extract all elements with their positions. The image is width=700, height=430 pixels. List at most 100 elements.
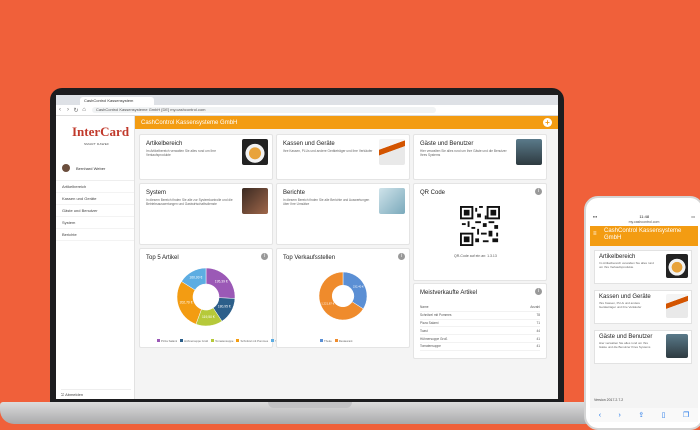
add-button[interactable]: + xyxy=(543,118,552,127)
card-title: Berichte xyxy=(283,190,306,196)
card-text: Im Artikelbereich verwalten Sie alles ru… xyxy=(599,261,654,269)
user-profile[interactable]: Bernhard Weber xyxy=(62,164,134,172)
legend-swatch xyxy=(320,339,323,342)
card-title: Artikelbereich xyxy=(146,141,183,147)
phone-card-kassen[interactable]: Kassen und Geräte Ihre Kassen, PLUs und … xyxy=(594,290,692,324)
forward-icon[interactable]: › xyxy=(619,412,621,419)
phone-screen: ▪▪▪ 11:48 ▭ my.cashcontrol.com ≡ CashCon… xyxy=(590,214,698,422)
logo-subtitle: SMART DAWEF xyxy=(84,142,110,146)
card-title: QR Code xyxy=(420,190,446,196)
slice-data-label: 202,70 € xyxy=(180,301,193,305)
table-row: Tomatensuppe 41 xyxy=(420,342,540,351)
legend-item: Hühnersuppe Groß xyxy=(177,339,208,343)
card-title: System xyxy=(146,190,167,196)
card-title: Gäste und Benutzer xyxy=(420,141,474,147)
card-berichte[interactable]: Berichte In diesem Bereich finden Sie al… xyxy=(276,183,410,245)
menu-icon[interactable]: ≡ xyxy=(593,231,599,237)
card-title: Gäste und Benutzer xyxy=(599,334,653,340)
phone-card-gaeste[interactable]: Gäste und Benutzer Hier verwalten Sie al… xyxy=(594,330,692,364)
legend-swatch xyxy=(157,339,160,342)
legend-swatch xyxy=(271,339,275,342)
sidebar-item-system[interactable]: System xyxy=(56,217,134,229)
table-row: Hühnersuppe Groß 41 xyxy=(420,334,540,343)
column-header: Name xyxy=(420,304,512,312)
info-icon[interactable]: i xyxy=(535,188,542,195)
cell-count: 44 xyxy=(511,326,540,336)
forward-icon[interactable]: › xyxy=(64,107,72,113)
cell-name: Schnitzel mit Pommes xyxy=(420,311,512,320)
bestsellers-card: Meistverkaufte Artikel i Name Anzahl Sch… xyxy=(413,283,547,359)
guest-photo-image xyxy=(516,139,542,165)
phone-frame: ▪▪▪ 11:48 ▭ my.cashcontrol.com ≡ CashCon… xyxy=(584,196,700,430)
logout-label: Abmelden xyxy=(65,392,84,397)
home-icon[interactable]: ⌂ xyxy=(80,107,88,113)
card-title: Kassen und Geräte xyxy=(283,141,335,147)
phone-card-artikelbereich[interactable]: Artikelbereich Im Artikelbereich verwalt… xyxy=(594,250,692,284)
browser-toolbar: ‹ › ↻ ⌂ CashControl Kassensysteme GmbH [… xyxy=(56,105,558,116)
phone-header: ≡ CashControl Kassensysteme GmbH xyxy=(590,226,698,246)
back-icon[interactable]: ‹ xyxy=(599,412,601,419)
cell-name: Pizza Salami xyxy=(420,319,512,328)
info-icon[interactable]: i xyxy=(535,288,542,295)
food-plate-image xyxy=(242,139,268,165)
qr-code-card: QR Code i QR-Code auf ein an: 1.3.13 xyxy=(413,183,547,281)
sidebar-item-kassen[interactable]: Kassen und Geräte xyxy=(56,193,134,205)
legend-item: Tomatensuppe xyxy=(208,339,233,343)
avatar xyxy=(62,164,70,172)
slice-data-label: 119,50 € xyxy=(202,315,215,319)
phone-header-title: CashControl Kassensysteme GmbH xyxy=(604,228,682,241)
legend-swatch xyxy=(211,339,215,342)
back-icon[interactable]: ‹ xyxy=(56,107,64,113)
qr-code-image[interactable] xyxy=(460,206,500,246)
top-sales-points-chart-card: Top Verkaufsstellen i 232,40 € 1.221,87 €… xyxy=(276,248,410,348)
legend-swatch xyxy=(180,339,184,342)
table-row: Schnitzel mit Pommes 78 xyxy=(420,311,540,320)
card-artikelbereich[interactable]: Artikelbereich Im Artikelbereich verwalt… xyxy=(139,134,273,180)
cell-count: 41 xyxy=(511,334,540,343)
card-text: Hier verwalten Sie alles rund um Ihre Gä… xyxy=(420,149,507,157)
tabs-icon[interactable]: ❐ xyxy=(683,411,689,419)
info-icon[interactable]: i xyxy=(398,253,405,260)
legend-item: Restaurant xyxy=(332,339,352,343)
bestsellers-table: Name Anzahl Schnitzel mit Pommes 78 Pizza… xyxy=(420,304,540,351)
cell-count: 41 xyxy=(511,342,540,351)
card-gaeste[interactable]: Gäste und Benutzer Hier verwalten Sie al… xyxy=(413,134,547,180)
guest-photo-image xyxy=(666,334,688,358)
sidebar-item-artikelbereich[interactable]: Artikelbereich xyxy=(56,181,134,193)
info-icon[interactable]: i xyxy=(261,253,268,260)
system-photo-image xyxy=(242,188,268,214)
signal-icon: ▪▪▪ xyxy=(593,214,598,219)
slice-data-label: 160,00 € xyxy=(189,276,202,280)
logout-link[interactable]: ⎋ Abmelden xyxy=(61,389,131,397)
card-system[interactable]: System In diesem Bereich finden Sie alle… xyxy=(139,183,273,245)
table-row: Toast 44 xyxy=(420,326,540,336)
reload-icon[interactable]: ↻ xyxy=(72,107,80,114)
logo-text: InterCard xyxy=(72,124,130,139)
slice-data-label: 1.221,87 € xyxy=(321,301,335,305)
card-kassen[interactable]: Kassen und Geräte Ihre Kassen, PLUs und … xyxy=(276,134,410,180)
table-header-row: Name Anzahl xyxy=(420,304,540,312)
browser-tab-strip: CashControl Kassensystem xyxy=(56,95,558,105)
laptop-base xyxy=(0,402,620,424)
card-title: Top 5 Artikel xyxy=(146,255,179,261)
card-text: In diesem Bereich finden Sie alle Berich… xyxy=(283,198,370,206)
slice-data-label: 180,95 € xyxy=(218,304,231,308)
app-layout: InterCard SMART DAWEF Bernhard Weber Art… xyxy=(56,116,558,399)
table-row: Pizza Salami 71 xyxy=(420,319,540,328)
share-icon[interactable]: ⇪ xyxy=(638,411,644,419)
phone-browser-nav: ‹ › ⇪ ▯ ❐ xyxy=(590,408,698,422)
sidebar-item-gaeste[interactable]: Gäste und Benutzer xyxy=(56,205,134,217)
cell-count: 78 xyxy=(511,311,540,320)
browser-tab[interactable]: CashControl Kassensystem xyxy=(80,97,154,105)
laptop-notch xyxy=(268,402,352,408)
reports-image xyxy=(379,188,405,214)
address-bar[interactable]: CashControl Kassensysteme GmbH [DE] my.c… xyxy=(92,107,436,113)
house-image xyxy=(379,139,405,165)
food-plate-image xyxy=(666,254,688,278)
header-bar: CashControl Kassensysteme GmbH + xyxy=(135,116,558,129)
legend-swatch xyxy=(236,339,240,342)
sidebar-item-berichte[interactable]: Berichte xyxy=(56,229,134,241)
bookmarks-icon[interactable]: ▯ xyxy=(662,411,666,419)
slice-data-label: 195,39 € xyxy=(215,280,228,284)
cell-count: 71 xyxy=(511,319,540,328)
